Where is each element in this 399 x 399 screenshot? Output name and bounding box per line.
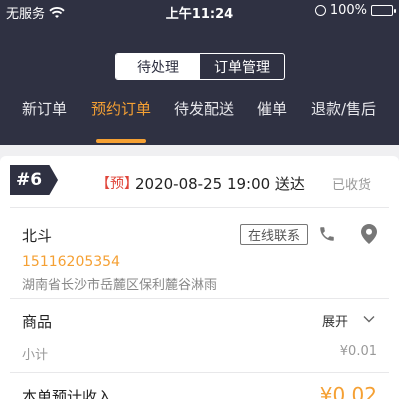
goods-label: 商品 bbox=[22, 313, 53, 331]
tab-new-orders[interactable]: 新订单 bbox=[22, 98, 67, 145]
segment-order-management[interactable]: 订单管理 bbox=[200, 54, 284, 79]
battery-text: 100% bbox=[329, 3, 367, 18]
chevron-down-icon[interactable] bbox=[362, 312, 376, 326]
status-right: 100% bbox=[314, 3, 396, 18]
order-status: 已收货 bbox=[332, 178, 372, 193]
order-type-tag: 【预】 bbox=[96, 176, 138, 192]
battery-icon bbox=[371, 5, 396, 16]
phone-icon[interactable] bbox=[318, 225, 336, 243]
active-tab-indicator bbox=[96, 139, 146, 143]
divider bbox=[10, 207, 389, 208]
customer-phone[interactable]: 15116205354 bbox=[22, 254, 120, 270]
divider bbox=[10, 298, 389, 299]
status-bar: 无服务 上午11:24 100% bbox=[0, 0, 399, 24]
customer-name: 北斗 bbox=[22, 227, 53, 245]
delivery-time: 2020-08-25 19:00 送达 bbox=[135, 175, 305, 193]
order-number-badge: #6 bbox=[10, 165, 58, 195]
tab-bar: 新订单 预约订单 待发配送 催单 退款/售后 bbox=[0, 98, 399, 145]
location-icon[interactable] bbox=[361, 224, 377, 244]
estimated-income-value: ¥0.02 bbox=[319, 383, 377, 399]
segment-control: 待处理 订单管理 bbox=[115, 53, 285, 80]
tab-reminders[interactable]: 催单 bbox=[257, 98, 287, 145]
orientation-lock-icon bbox=[314, 5, 326, 16]
estimated-income-label: 本单预计收入 bbox=[22, 388, 113, 399]
online-contact-button[interactable]: 在线联系 bbox=[240, 224, 308, 245]
subtotal-value: ¥0.01 bbox=[339, 344, 377, 359]
segment-pending[interactable]: 待处理 bbox=[116, 54, 200, 79]
expand-button[interactable]: 展开 bbox=[322, 311, 348, 330]
subtotal-label: 小计 bbox=[22, 348, 49, 363]
tab-reserved-orders[interactable]: 预约订单 bbox=[91, 98, 151, 145]
tab-refunds[interactable]: 退款/售后 bbox=[311, 98, 376, 145]
customer-address: 湖南省长沙市岳麓区保利麓谷淋雨 bbox=[22, 278, 218, 293]
divider bbox=[10, 372, 389, 373]
tab-pending-delivery[interactable]: 待发配送 bbox=[174, 98, 234, 145]
